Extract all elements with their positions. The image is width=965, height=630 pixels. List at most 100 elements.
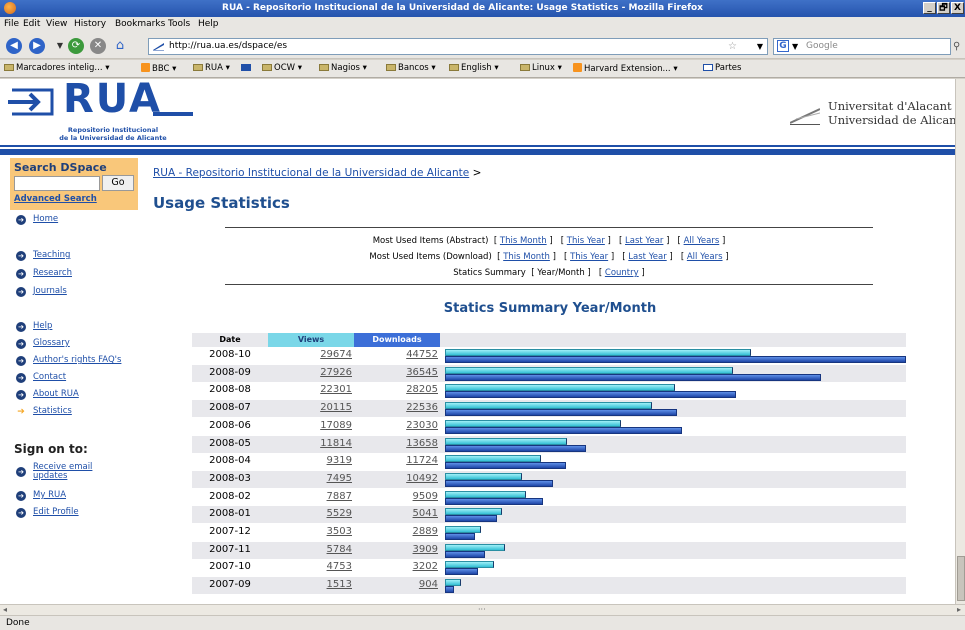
bookmark-linux[interactable]: Linux ▾	[520, 63, 562, 73]
bookmark-bbc[interactable]: BBC ▾	[141, 63, 176, 74]
sidebar-link[interactable]: About RUA	[33, 389, 79, 399]
row-downloads-link[interactable]: 22536	[354, 402, 440, 413]
go-button[interactable]: Go	[102, 175, 134, 191]
university-logo[interactable]: Universitat d'Alacant Universidad de Ali…	[790, 99, 955, 131]
horizontal-scrollbar[interactable]: ◂ ··· ▸	[0, 604, 965, 615]
vertical-scrollbar[interactable]	[955, 79, 965, 604]
download-this-month-link[interactable]: This Month	[503, 252, 550, 262]
row-views-link[interactable]: 29674	[268, 349, 354, 360]
sidebar-link[interactable]: Help	[33, 321, 52, 331]
menu-bookmarks[interactable]: Bookmarks	[115, 19, 165, 29]
bookmark-star-icon[interactable]: ☆	[728, 39, 737, 54]
reload-icon[interactable]: ⟳	[68, 38, 84, 54]
menu-file[interactable]: File	[4, 19, 19, 29]
bookmark-smart[interactable]: Marcadores intelig... ▾	[4, 63, 110, 73]
bookmark-harvard[interactable]: Harvard Extension... ▾	[573, 63, 678, 74]
advanced-search-link[interactable]: Advanced Search	[14, 194, 97, 204]
maximize-button[interactable]: 🗗	[937, 2, 950, 14]
row-views-link[interactable]: 1513	[268, 579, 354, 590]
search-icon[interactable]: ⚲	[953, 41, 960, 52]
scroll-right-icon[interactable]: ▸	[957, 605, 961, 614]
row-downloads-link[interactable]: 36545	[354, 367, 440, 378]
menu-edit[interactable]: Edit	[23, 19, 40, 29]
row-downloads-link[interactable]: 44752	[354, 349, 440, 360]
abstract-this-year-link[interactable]: This Year	[567, 236, 605, 246]
row-views-link[interactable]: 7495	[268, 473, 354, 484]
bookmark-bancos[interactable]: Bancos ▾	[386, 63, 436, 73]
url-bar[interactable]: http://rua.ua.es/dspace/es ☆ ▼	[148, 38, 768, 55]
row-downloads-link[interactable]: 10492	[354, 473, 440, 484]
row-downloads-link[interactable]: 11724	[354, 455, 440, 466]
sidebar-link[interactable]: Glossary	[33, 338, 70, 348]
table-row: 2008-08 22301 28205	[192, 382, 906, 399]
bookmark-ua[interactable]	[241, 63, 253, 73]
row-downloads-link[interactable]: 13658	[354, 438, 440, 449]
dspace-search-input[interactable]	[14, 176, 100, 191]
stop-icon[interactable]: ✕	[90, 38, 106, 54]
row-downloads-link[interactable]: 5041	[354, 508, 440, 519]
scroll-thumb[interactable]	[957, 556, 965, 601]
row-views-link[interactable]: 9319	[268, 455, 354, 466]
download-last-year-link[interactable]: Last Year	[628, 252, 666, 262]
scroll-left-icon[interactable]: ◂	[3, 605, 7, 614]
row-views-link[interactable]: 4753	[268, 561, 354, 572]
row-downloads-link[interactable]: 904	[354, 579, 440, 590]
sidebar-link[interactable]: Edit Profile	[33, 507, 79, 517]
abstract-this-month-link[interactable]: This Month	[500, 236, 547, 246]
sidebar-link[interactable]: Home	[33, 214, 58, 224]
summary-country-link[interactable]: Country	[605, 268, 639, 278]
close-button[interactable]: X	[951, 2, 964, 14]
row-downloads-link[interactable]: 28205	[354, 384, 440, 395]
sidebar-link[interactable]: Contact	[33, 372, 66, 382]
sidebar-link[interactable]: Receive email updates	[33, 463, 113, 481]
row-views-link[interactable]: 17089	[268, 420, 354, 431]
row-date: 2008-07	[209, 402, 251, 414]
row-views-link[interactable]: 3503	[268, 526, 354, 537]
bookmark-rua[interactable]: RUA ▾	[193, 63, 230, 73]
home-icon[interactable]: ⌂	[112, 38, 128, 54]
minimize-button[interactable]: _	[923, 2, 936, 14]
sidebar-link[interactable]: Research	[33, 268, 72, 278]
google-icon[interactable]: G	[777, 40, 789, 52]
row-views-link[interactable]: 5529	[268, 508, 354, 519]
row-downloads-link[interactable]: 2889	[354, 526, 440, 537]
url-dropdown-icon[interactable]: ▼	[757, 39, 763, 54]
bookmark-ocw[interactable]: OCW ▾	[262, 63, 302, 73]
row-views-link[interactable]: 22301	[268, 384, 354, 395]
sidebar-link[interactable]: Teaching	[33, 250, 70, 260]
abstract-all-years-link[interactable]: All Years	[684, 236, 720, 246]
row-downloads-link[interactable]: 3202	[354, 561, 440, 572]
row-date: 2008-09	[209, 366, 251, 378]
abstract-last-year-link[interactable]: Last Year	[625, 236, 663, 246]
download-this-year-link[interactable]: This Year	[570, 252, 608, 262]
row-views-link[interactable]: 20115	[268, 402, 354, 413]
history-dropdown-icon[interactable]: ▼	[52, 38, 68, 54]
menu-view[interactable]: View	[46, 19, 67, 29]
sidebar-link[interactable]: My RUA	[33, 490, 66, 500]
summary-current-view: Year/Month	[537, 268, 585, 278]
rua-logo[interactable]: RUA Repositorio Institucional de la Univ…	[8, 79, 208, 144]
download-all-years-link[interactable]: All Years	[687, 252, 723, 262]
row-downloads-link[interactable]: 23030	[354, 420, 440, 431]
bookmark-english[interactable]: English ▾	[449, 63, 499, 73]
breadcrumb-link[interactable]: RUA - Repositorio Institucional de la Un…	[153, 167, 469, 179]
menu-tools[interactable]: Tools	[168, 19, 190, 29]
row-views-link[interactable]: 5784	[268, 544, 354, 555]
row-downloads-link[interactable]: 3909	[354, 544, 440, 555]
bookmark-nagios[interactable]: Nagios ▾	[319, 63, 367, 73]
forward-icon[interactable]: ▶	[29, 38, 45, 54]
menu-history[interactable]: History	[74, 19, 106, 29]
bookmark-partes[interactable]: Partes	[703, 63, 741, 73]
views-bar	[445, 561, 494, 569]
menu-help[interactable]: Help	[198, 19, 219, 29]
sidebar-link[interactable]: Journals	[33, 286, 67, 296]
row-views-link[interactable]: 27926	[268, 367, 354, 378]
sidebar-link[interactable]: Statistics	[33, 406, 72, 416]
search-engine-dropdown-icon[interactable]: ▼	[792, 39, 798, 54]
row-views-link[interactable]: 11814	[268, 438, 354, 449]
back-icon[interactable]: ◀	[6, 38, 22, 54]
sidebar-link[interactable]: Author's rights FAQ's	[33, 355, 121, 365]
search-input[interactable]: G ▼ Google	[773, 38, 951, 55]
row-downloads-link[interactable]: 9509	[354, 491, 440, 502]
row-views-link[interactable]: 7887	[268, 491, 354, 502]
